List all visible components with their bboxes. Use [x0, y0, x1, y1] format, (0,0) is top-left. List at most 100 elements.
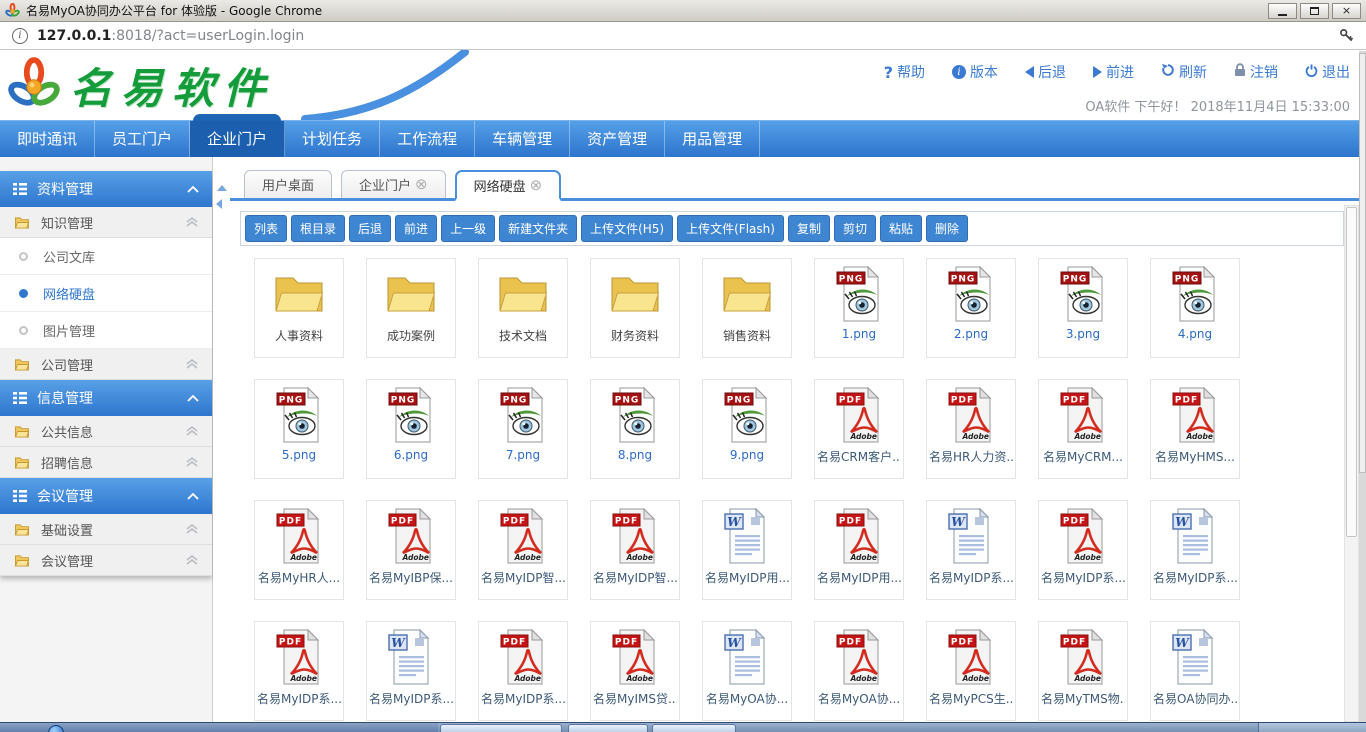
folder-item[interactable]: 销售资料 — [702, 258, 792, 358]
file-item[interactable]: PDF Adobe 名易MyIDP系... — [1038, 500, 1128, 600]
folder-item[interactable]: 财务资料 — [590, 258, 680, 358]
paste-button[interactable]: 粘贴 — [880, 215, 922, 242]
file-item[interactable]: PNG 4.png — [1150, 258, 1240, 358]
file-item[interactable]: PDF Adobe 名易MyIDP智... — [478, 500, 568, 600]
key-icon[interactable] — [1339, 28, 1354, 43]
content-scrollbar[interactable] — [1344, 205, 1359, 722]
sidebar-folder-company-mgmt[interactable]: 公司管理 — [0, 349, 212, 380]
windows-taskbar[interactable] — [0, 722, 1366, 732]
version-link[interactable]: i版本 — [952, 62, 998, 82]
sidebar-group-meeting-mgmt[interactable]: 会议管理 — [0, 478, 212, 514]
file-item[interactable]: PDF Adobe 名易MyIDP智... — [590, 500, 680, 600]
page-scrollbar[interactable] — [1359, 51, 1366, 732]
file-item[interactable]: PDF Adobe 名易MyPCS生... — [926, 621, 1016, 721]
file-item[interactable]: PDF Adobe 名易HR人力资... — [926, 379, 1016, 479]
folder-icon — [14, 456, 30, 469]
file-item[interactable]: PDF Adobe 名易MyTMS物... — [1038, 621, 1128, 721]
root-dir-button[interactable]: 根目录 — [291, 215, 345, 242]
nav-item-im[interactable]: 即时通讯 — [0, 121, 95, 157]
file-item[interactable]: PNG 3.png — [1038, 258, 1128, 358]
file-item[interactable]: W 名易MyIDP系... — [926, 500, 1016, 600]
file-item[interactable]: PNG 1.png — [814, 258, 904, 358]
collapse-left-icon[interactable] — [216, 199, 222, 209]
nav-item-plan-task[interactable]: 计划任务 — [285, 121, 380, 157]
file-item[interactable]: W 名易MyIDP系... — [1150, 500, 1240, 600]
exit-link[interactable]: 退出 — [1305, 62, 1350, 82]
scrollbar-thumb[interactable] — [1359, 53, 1366, 473]
file-item[interactable]: PDF Adobe 名易MyIDP用... — [814, 500, 904, 600]
maximize-button[interactable] — [1300, 3, 1329, 19]
minimize-button[interactable] — [1268, 3, 1297, 19]
collapse-up-icon[interactable] — [217, 185, 227, 191]
tab-enterprise-portal[interactable]: 企业门户 ⊗ — [341, 170, 446, 198]
tab-network-disk[interactable]: 网络硬盘 ⊗ — [455, 170, 562, 201]
sidebar-item-network-disk[interactable]: 网络硬盘 — [0, 275, 212, 312]
forward-button[interactable]: 前进 — [395, 215, 437, 242]
file-item[interactable]: PNG 2.png — [926, 258, 1016, 358]
nav-item-asset-mgmt[interactable]: 资产管理 — [570, 121, 665, 157]
page-info-icon[interactable]: i — [12, 28, 28, 44]
copy-button[interactable]: 复制 — [788, 215, 830, 242]
list-view-button[interactable]: 列表 — [245, 215, 287, 242]
file-item[interactable]: PNG 6.png — [366, 379, 456, 479]
nav-item-enterprise-portal[interactable]: 企业门户 — [190, 121, 285, 157]
help-link[interactable]: ?帮助 — [884, 62, 925, 82]
file-item[interactable]: PNG 5.png — [254, 379, 344, 479]
nav-item-vehicle-mgmt[interactable]: 车辆管理 — [475, 121, 570, 157]
up-level-button[interactable]: 上一级 — [441, 215, 495, 242]
upload-h5-button[interactable]: 上传文件(H5) — [581, 215, 673, 242]
upload-flash-button[interactable]: 上传文件(Flash) — [677, 215, 784, 242]
refresh-link[interactable]: 刷新 — [1161, 62, 1207, 82]
back-link[interactable]: 后退 — [1025, 62, 1066, 82]
delete-button[interactable]: 删除 — [926, 215, 968, 242]
taskbar-button[interactable] — [568, 724, 648, 732]
file-item[interactable]: PDF Adobe 名易MyIBP保... — [366, 500, 456, 600]
file-item[interactable]: PDF Adobe 名易MyCRM... — [1038, 379, 1128, 479]
sidebar-folder-public-info[interactable]: 公共信息 — [0, 416, 212, 447]
folder-item[interactable]: 人事资料 — [254, 258, 344, 358]
file-item[interactable]: PDF Adobe 名易MyIDP系... — [478, 621, 568, 721]
file-item[interactable]: W 名易MyIDP系... — [366, 621, 456, 721]
new-folder-button[interactable]: 新建文件夹 — [499, 215, 577, 242]
nav-item-supplies-mgmt[interactable]: 用品管理 — [665, 121, 760, 157]
close-tab-icon[interactable]: ⊗ — [530, 178, 543, 193]
folder-item[interactable]: 成功案例 — [366, 258, 456, 358]
sidebar-splitter[interactable] — [213, 157, 230, 730]
pdf-icon: PDF Adobe — [1059, 628, 1107, 686]
address-bar[interactable]: i 127.0.0.1:8018/?act=userLogin.login — [0, 22, 1366, 50]
file-item[interactable]: W 名易OA协同办... — [1150, 621, 1240, 721]
file-item[interactable]: PNG 7.png — [478, 379, 568, 479]
file-item[interactable]: PDF Adobe 名易CRM客户... — [814, 379, 904, 479]
sidebar-folder-basic-settings[interactable]: 基础设置 — [0, 514, 212, 545]
file-item[interactable]: W 名易MyIDP用... — [702, 500, 792, 600]
url-text[interactable]: 127.0.0.1:8018/?act=userLogin.login — [37, 28, 304, 44]
sidebar-folder-recruit-info[interactable]: 招聘信息 — [0, 447, 212, 478]
sidebar-folder-meeting-mgmt[interactable]: 会议管理 — [0, 545, 212, 576]
cut-button[interactable]: 剪切 — [834, 215, 876, 242]
scrollbar-thumb[interactable] — [1346, 207, 1357, 537]
taskbar-button[interactable] — [440, 724, 562, 732]
sidebar-group-data-mgmt[interactable]: 资料管理 — [0, 171, 212, 207]
nav-item-workflow[interactable]: 工作流程 — [380, 121, 475, 157]
nav-item-employee-portal[interactable]: 员工门户 — [95, 121, 190, 157]
close-button[interactable]: × — [1332, 3, 1361, 19]
file-item[interactable]: PDF Adobe 名易MyOA协... — [814, 621, 904, 721]
sidebar-group-info-mgmt[interactable]: 信息管理 — [0, 380, 212, 416]
file-item[interactable]: W 名易MyOA协... — [702, 621, 792, 721]
tab-user-desktop[interactable]: 用户桌面 — [244, 170, 332, 198]
taskbar-button[interactable] — [652, 724, 736, 732]
file-item[interactable]: PDF Adobe 名易MyIDP系... — [254, 621, 344, 721]
file-item[interactable]: PNG 8.png — [590, 379, 680, 479]
sidebar-item-image-mgmt[interactable]: 图片管理 — [0, 312, 212, 349]
sidebar-folder-knowledge-mgmt[interactable]: 知识管理 — [0, 207, 212, 238]
close-tab-icon[interactable]: ⊗ — [415, 177, 428, 192]
back-button[interactable]: 后退 — [349, 215, 391, 242]
logout-link[interactable]: 注销 — [1234, 62, 1278, 82]
file-item[interactable]: PNG 9.png — [702, 379, 792, 479]
file-item[interactable]: PDF Adobe 名易MyIMS贷... — [590, 621, 680, 721]
sidebar-item-company-library[interactable]: 公司文库 — [0, 238, 212, 275]
file-item[interactable]: PDF Adobe 名易MyHMS... — [1150, 379, 1240, 479]
forward-link[interactable]: 前进 — [1093, 62, 1134, 82]
folder-item[interactable]: 技术文档 — [478, 258, 568, 358]
file-item[interactable]: PDF Adobe 名易MyHR人... — [254, 500, 344, 600]
